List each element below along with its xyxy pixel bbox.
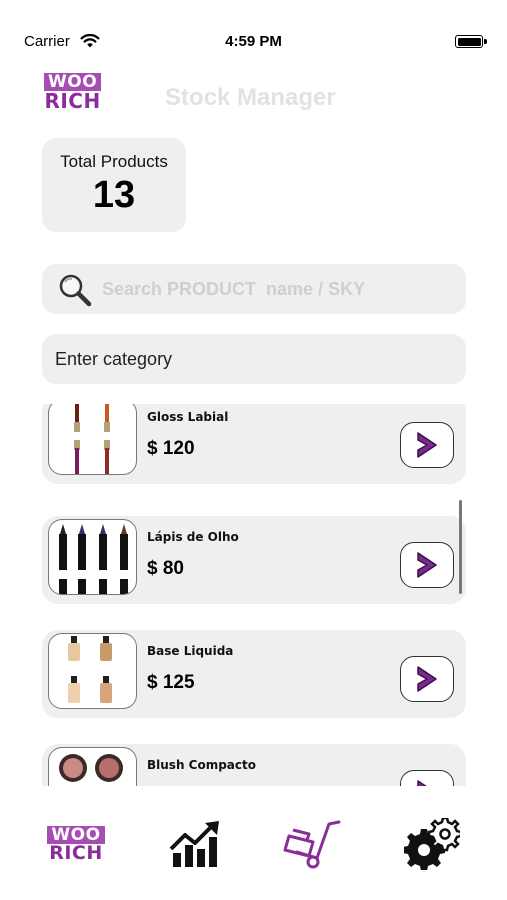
list-item[interactable]: Blush Compacto: [42, 744, 466, 786]
chevron-right-icon: [417, 780, 427, 786]
logo-top-text: WOO: [47, 825, 105, 844]
hand-truck-icon: [283, 820, 341, 869]
product-list[interactable]: Gloss Labial $ 120 Lápis de Olho $ 80 Ba…: [0, 404, 507, 786]
product-name: Lápis de Olho: [147, 530, 239, 544]
product-price: $ 125: [147, 672, 195, 693]
blush-compact-image: [48, 747, 137, 786]
page-title: Stock Manager: [165, 84, 336, 111]
lip-gloss-image: [48, 404, 137, 475]
category-field[interactable]: [42, 334, 466, 384]
product-price: $ 80: [147, 558, 184, 579]
eye-pencil-image: [48, 519, 137, 595]
tab-home[interactable]: WOO RICH: [46, 816, 106, 872]
tab-settings[interactable]: [402, 816, 462, 872]
list-item[interactable]: Gloss Labial $ 120: [42, 404, 466, 484]
product-details-button[interactable]: [400, 542, 454, 588]
battery-icon: [455, 35, 487, 48]
status-time: 4:59 PM: [225, 33, 282, 50]
product-details-button[interactable]: [400, 656, 454, 702]
product-details-button[interactable]: [400, 422, 454, 468]
tab-inventory[interactable]: [283, 816, 343, 872]
total-products-card: Total Products 13: [42, 138, 186, 232]
category-input[interactable]: [55, 334, 455, 384]
logo-bottom-text: RICH: [44, 89, 101, 113]
tab-bar: WOO RICH: [0, 786, 507, 900]
gears-icon: [404, 818, 460, 870]
liquid-foundation-image: [48, 633, 137, 709]
brand-logo: WOO RICH: [47, 825, 105, 864]
status-bar: Carrier 4:59 PM: [0, 0, 507, 60]
total-products-label: Total Products: [60, 152, 168, 171]
brand-logo: WOO RICH: [44, 73, 102, 113]
list-item[interactable]: Base Liquida $ 125: [42, 630, 466, 718]
search-icon: [59, 274, 92, 307]
total-products-value: 13: [92, 174, 136, 216]
search-input[interactable]: [102, 264, 452, 314]
chevron-right-icon: [417, 666, 437, 692]
product-name: Blush Compacto: [147, 758, 257, 772]
list-scrollbar[interactable]: [459, 500, 462, 594]
tab-analytics[interactable]: [165, 816, 225, 872]
chevron-right-icon: [417, 552, 437, 578]
product-price: $ 120: [147, 438, 195, 459]
bar-chart-trend-icon: [169, 821, 219, 867]
product-name: Gloss Labial: [147, 410, 229, 424]
chevron-right-icon: [417, 432, 437, 458]
list-item[interactable]: Lápis de Olho $ 80: [42, 516, 466, 604]
logo-bottom-text: RICH: [49, 841, 103, 864]
product-name: Base Liquida: [147, 644, 234, 658]
search-bar[interactable]: [42, 264, 466, 314]
product-details-button[interactable]: [400, 770, 454, 786]
